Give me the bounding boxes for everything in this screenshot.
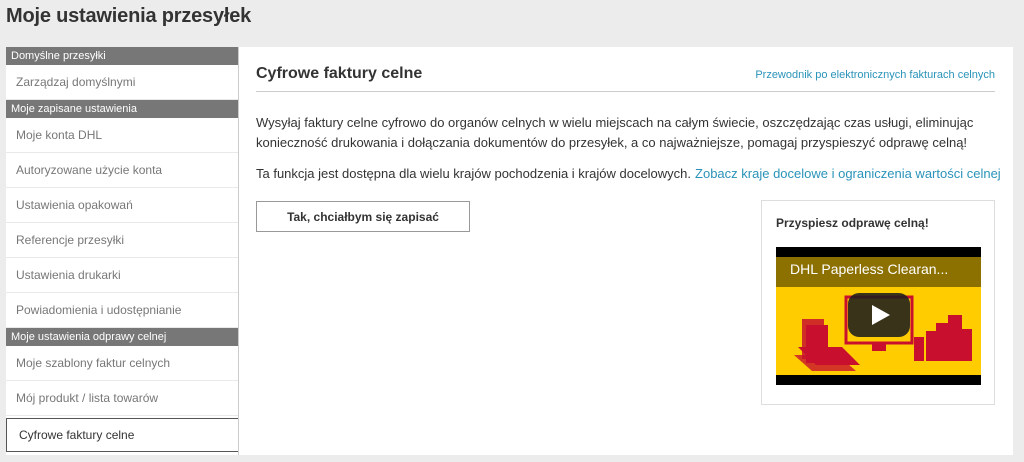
promo-title: Przyspiesz odprawę celną! <box>776 216 929 230</box>
sidebar-item-packaging-settings[interactable]: Ustawienia opakowań <box>6 188 238 223</box>
sidebar-section-customs-settings: Moje ustawienia odprawy celnej <box>6 328 238 346</box>
sidebar-nav: Domyślne przesyłki Zarządzaj domyślnymi … <box>6 47 239 455</box>
main-panel: Cyfrowe faktury celne Przewodnik po elek… <box>239 47 1013 455</box>
sidebar-section-default-shipments: Domyślne przesyłki <box>6 47 238 65</box>
availability-line: Ta funkcja jest dostępna dla wielu krajó… <box>256 166 1001 181</box>
sidebar-item-digital-invoices[interactable]: Cyfrowe faktury celne <box>6 418 238 452</box>
sidebar-item-notifications-sharing[interactable]: Powiadomienia i udostępnianie <box>6 293 238 328</box>
video-title: DHL Paperless Clearan... <box>790 261 949 277</box>
sidebar-item-printer-settings[interactable]: Ustawienia drukarki <box>6 258 238 293</box>
guide-link[interactable]: Przewodnik po elektronicznych fakturach … <box>755 69 995 81</box>
sidebar-item-dhl-accounts[interactable]: Moje konta DHL <box>6 118 238 153</box>
promo-box: Przyspiesz odprawę celną! DHL Paperless … <box>761 200 995 405</box>
sidebar-item-shipment-references[interactable]: Referencje przesyłki <box>6 223 238 258</box>
title-divider <box>256 91 995 92</box>
signup-button[interactable]: Tak, chciałbym się zapisać <box>256 201 470 232</box>
sidebar-item-invoice-templates[interactable]: Moje szablony faktur celnych <box>6 346 238 381</box>
sidebar-item-authorized-account-use[interactable]: Autoryzowane użycie konta <box>6 153 238 188</box>
destinations-link[interactable]: Zobacz kraje docelowe i ograniczenia war… <box>695 166 1001 181</box>
sidebar-section-saved-settings: Moje zapisane ustawienia <box>6 100 238 118</box>
video-player[interactable]: DHL Paperless Clearan... <box>776 247 981 385</box>
description-text: Wysyłaj faktury celne cyfrowo do organów… <box>256 115 974 150</box>
sidebar-item-manage-defaults[interactable]: Zarządzaj domyślnymi <box>6 65 238 100</box>
section-title: Cyfrowe faktury celne <box>256 65 423 82</box>
availability-text: Ta funkcja jest dostępna dla wielu krajó… <box>256 166 692 181</box>
page-title: Moje ustawienia przesyłek <box>6 5 252 27</box>
sidebar-item-product-list[interactable]: Mój produkt / lista towarów <box>6 381 238 416</box>
